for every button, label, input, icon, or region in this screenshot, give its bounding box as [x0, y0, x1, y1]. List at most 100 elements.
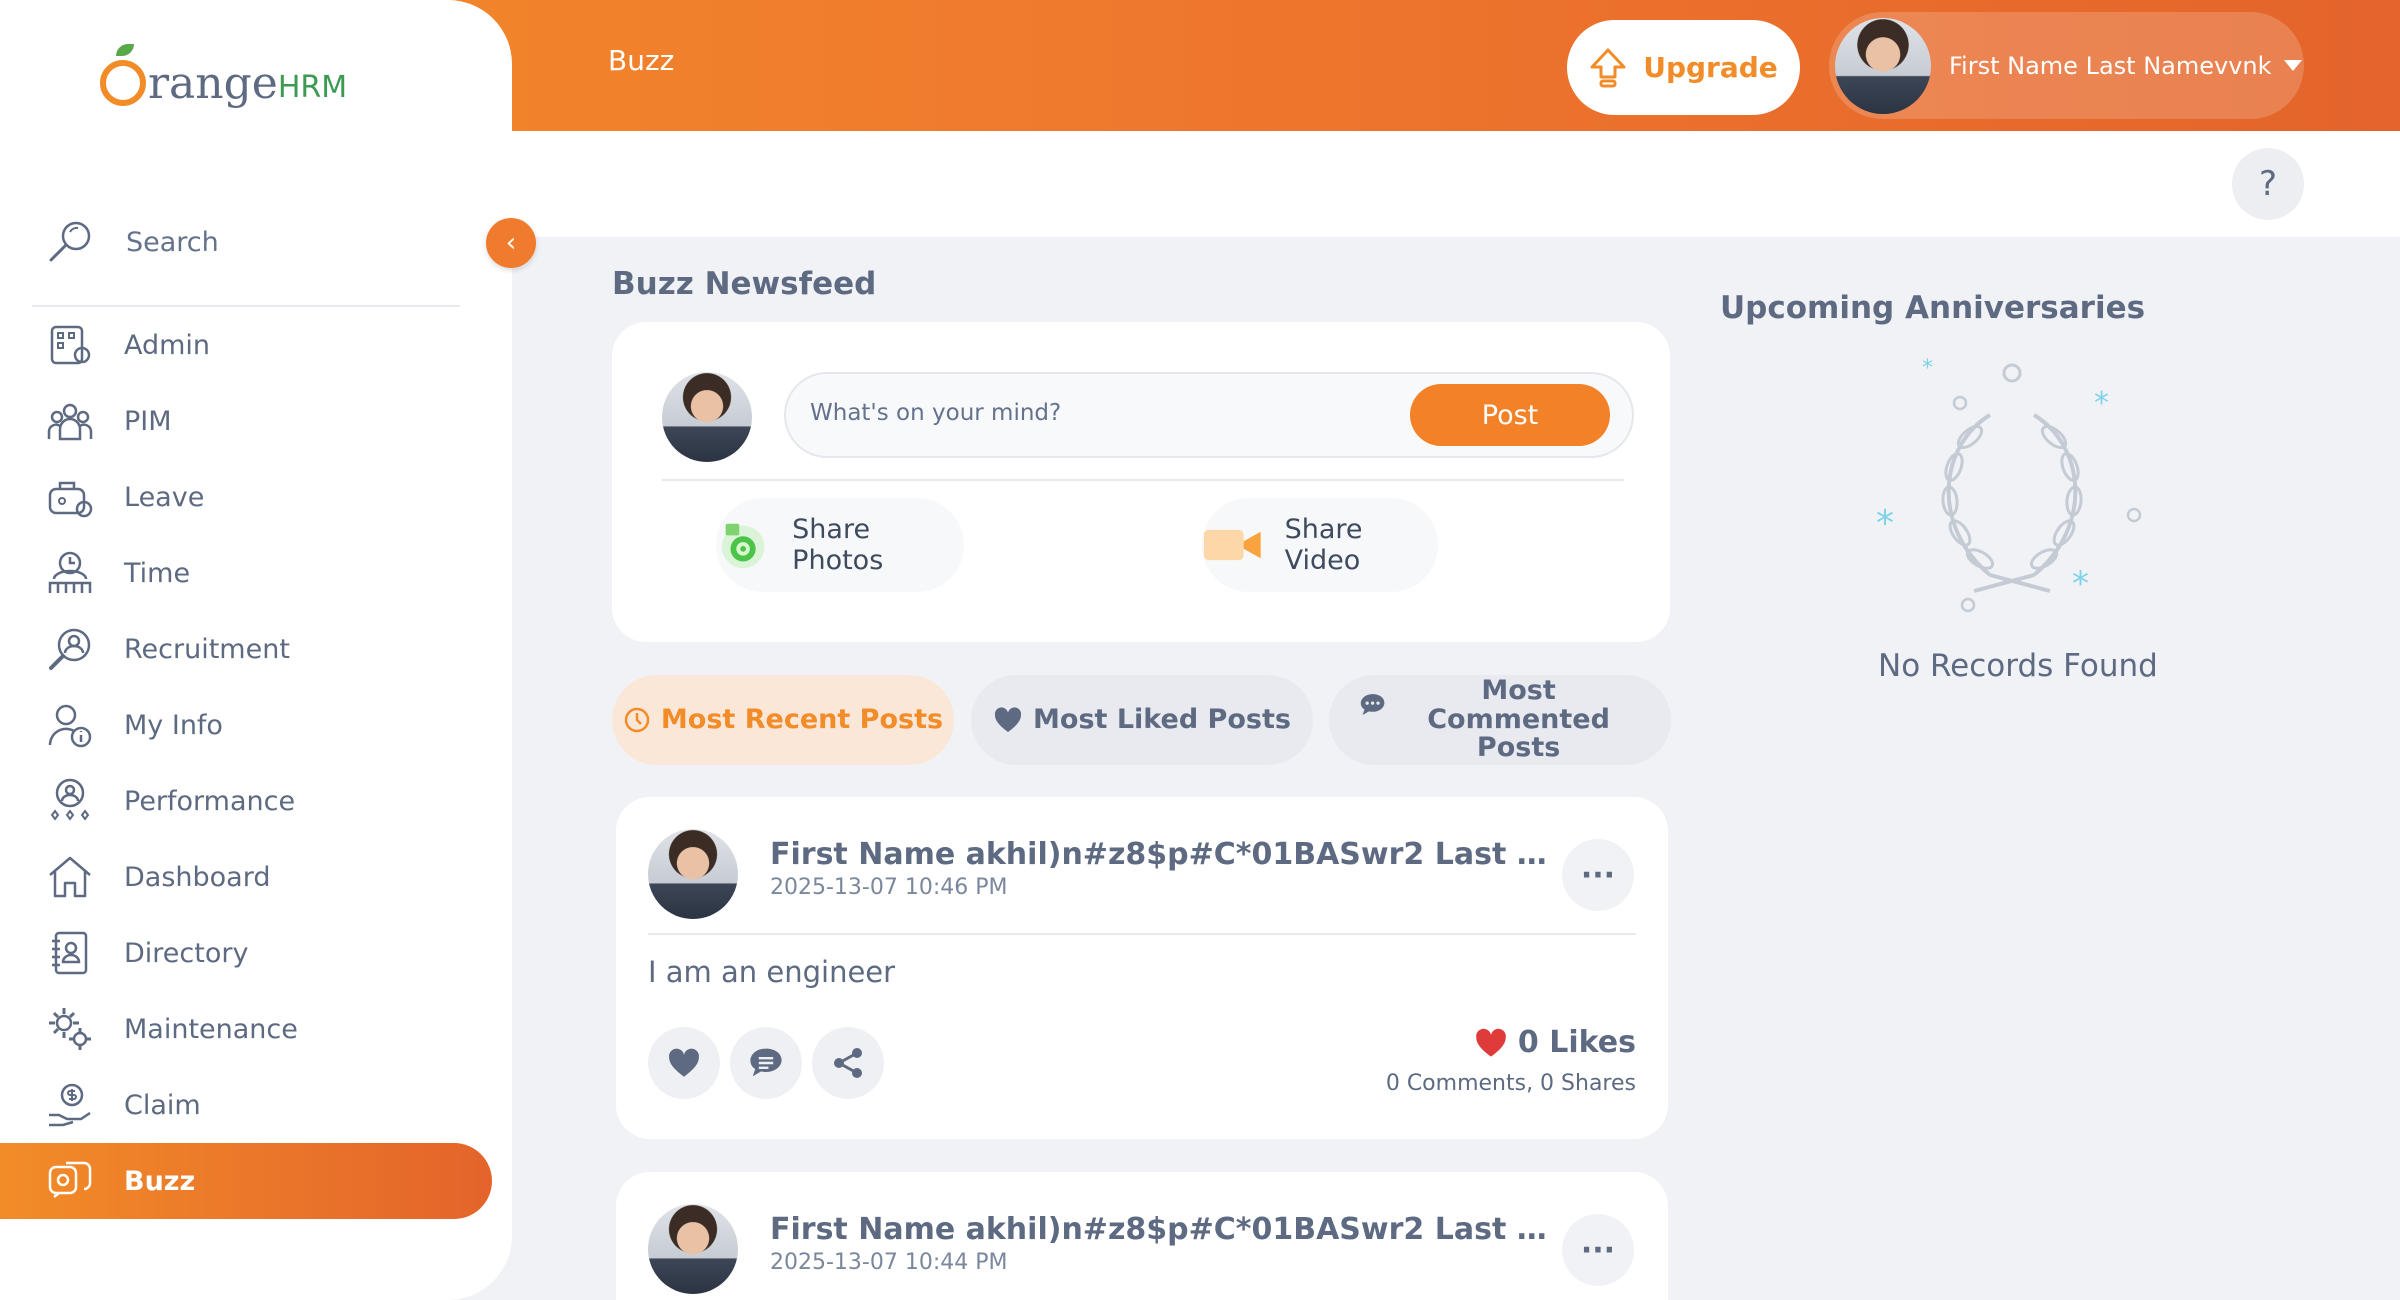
comment-bubble-icon — [1360, 694, 1385, 715]
tab-label: Most Commented Posts — [1427, 675, 1610, 764]
sidebar-item-admin[interactable]: Admin — [0, 307, 512, 383]
sidebar: range HRM Search Admin PIM Leave Time Re… — [0, 0, 512, 1300]
compose-box: Post — [784, 372, 1634, 458]
share-icon — [834, 1048, 862, 1078]
pim-icon — [47, 403, 93, 441]
sidebar-search[interactable]: Search — [46, 218, 219, 266]
directory-icon — [52, 931, 88, 975]
logo-suffix: HRM — [277, 70, 348, 105]
share-photos-button[interactable]: Share Photos — [716, 498, 964, 592]
chevron-down-icon — [2283, 60, 2302, 71]
sidebar-item-label: Performance — [124, 785, 296, 817]
sub-header — [512, 131, 2400, 237]
post-author-avatar — [648, 1204, 738, 1294]
sidebar-item-claim[interactable]: Claim — [0, 1067, 512, 1143]
sidebar-item-label: Buzz — [124, 1165, 196, 1197]
sidebar-item-my-info[interactable]: My Info — [0, 687, 512, 763]
sidebar-item-label: Time — [124, 557, 191, 589]
share-button[interactable] — [812, 1027, 884, 1099]
post-date: 2025-13-07 10:44 PM — [770, 1250, 1008, 1275]
user-avatar — [1835, 17, 1931, 114]
post-button[interactable]: Post — [1410, 384, 1610, 446]
more-horizontal-icon: ··· — [1580, 857, 1616, 893]
my-info-icon — [48, 704, 92, 748]
tab-label: Most Liked Posts — [1033, 703, 1291, 735]
recruitment-icon — [49, 628, 91, 670]
sidebar-item-label: Admin — [124, 329, 211, 361]
svg-text:*: * — [1876, 503, 1894, 544]
leave-icon — [48, 481, 93, 518]
user-name: First Name Last Namevvnk — [1949, 51, 2272, 80]
compose-input[interactable] — [810, 400, 1370, 426]
post-options-button[interactable]: ··· — [1562, 839, 1634, 911]
search-label: Search — [126, 226, 219, 258]
post-text: I am an engineer — [648, 955, 896, 989]
collapse-sidebar-button[interactable]: ‹ — [486, 218, 536, 268]
share-photos-label: Share Photos — [792, 514, 884, 576]
logo-text: range — [148, 58, 278, 109]
sidebar-item-label: My Info — [124, 709, 223, 741]
sidebar-item-label: Leave — [124, 481, 205, 513]
sidebar-item-performance[interactable]: Performance — [0, 763, 512, 839]
heart-icon — [669, 1048, 699, 1077]
claim-icon — [49, 1083, 91, 1127]
sidebar-item-dashboard[interactable]: Dashboard — [0, 839, 512, 915]
like-button[interactable] — [648, 1027, 720, 1099]
svg-text:*: * — [1922, 356, 1933, 381]
camera-icon — [721, 523, 765, 569]
time-icon — [48, 551, 92, 593]
orangehrm-logo[interactable]: range HRM — [100, 44, 348, 109]
chevron-left-icon: ‹ — [505, 228, 517, 258]
page-title: Buzz — [608, 44, 675, 77]
help-button[interactable]: ? — [2232, 148, 2304, 220]
sidebar-item-recruitment[interactable]: Recruitment — [0, 611, 512, 687]
performance-icon — [50, 778, 90, 821]
sidebar-item-maintenance[interactable]: Maintenance — [0, 991, 512, 1067]
sidebar-item-time[interactable]: Time — [0, 535, 512, 611]
sidebar-item-label: Claim — [124, 1089, 201, 1121]
upgrade-arrow-icon — [1590, 48, 1626, 87]
post-author-name: First Name akhil)n#z8$p#C*01BASwr2 Last … — [770, 837, 1570, 872]
clock-icon — [624, 707, 650, 733]
tab-label: Most Recent Posts — [660, 703, 944, 735]
comment-icon — [750, 1048, 782, 1077]
sidebar-item-pim[interactable]: PIM — [0, 383, 512, 459]
post-options-button[interactable]: ··· — [1562, 1214, 1634, 1286]
tab-most-recent[interactable]: Most Recent Posts — [612, 675, 954, 765]
sidebar-item-buzz[interactable]: Buzz — [0, 1143, 492, 1219]
sidebar-item-label: Recruitment — [124, 633, 290, 665]
comment-button[interactable] — [730, 1027, 802, 1099]
share-video-button[interactable]: Share Video — [1202, 498, 1438, 592]
post-card: First Name akhil)n#z8$p#C*01BASwr2 Last … — [616, 1172, 1668, 1300]
buzz-icon — [48, 1161, 92, 1198]
share-video-label: Share Video — [1284, 514, 1363, 576]
svg-text:*: * — [2094, 386, 2109, 421]
user-dropdown[interactable]: First Name Last Namevvnk — [1829, 12, 2304, 119]
post-divider — [648, 933, 1636, 935]
upgrade-label: Upgrade — [1643, 51, 1778, 84]
post-author-name: First Name akhil)n#z8$p#C*01BASwr2 Last … — [770, 1212, 1570, 1247]
logo-orange-mark — [100, 44, 146, 106]
tab-most-commented[interactable]: Most Commented Posts — [1329, 675, 1671, 765]
likes-count: 0 Likes — [1517, 1025, 1636, 1060]
heart-filled-icon — [1476, 1028, 1506, 1057]
video-camera-icon — [1203, 529, 1261, 561]
post-author-avatar — [648, 829, 738, 919]
compose-divider — [662, 479, 1624, 481]
tab-most-liked[interactable]: Most Liked Posts — [971, 675, 1313, 765]
sidebar-item-label: Dashboard — [124, 861, 271, 893]
sidebar-item-directory[interactable]: Directory — [0, 915, 512, 991]
maintenance-icon — [49, 1008, 91, 1050]
sidebar-item-label: Directory — [124, 937, 249, 969]
sidebar-item-leave[interactable]: Leave — [0, 459, 512, 535]
post-comment-share-counts: 0 Comments, 0 Shares — [1385, 1071, 1636, 1096]
more-horizontal-icon: ··· — [1580, 1232, 1616, 1268]
post-date: 2025-13-07 10:46 PM — [770, 875, 1008, 900]
post-likes[interactable]: 0 Likes — [1474, 1025, 1636, 1060]
compose-card: Post Share Photos Share Video — [612, 322, 1670, 642]
admin-icon — [50, 325, 91, 365]
anniversaries-title: Upcoming Anniversaries — [1720, 290, 2146, 326]
sidebar-menu: Admin PIM Leave Time Recruitment My Info… — [0, 307, 512, 1219]
upgrade-button[interactable]: Upgrade — [1567, 20, 1800, 115]
no-records-text: No Records Found — [1878, 648, 2158, 684]
